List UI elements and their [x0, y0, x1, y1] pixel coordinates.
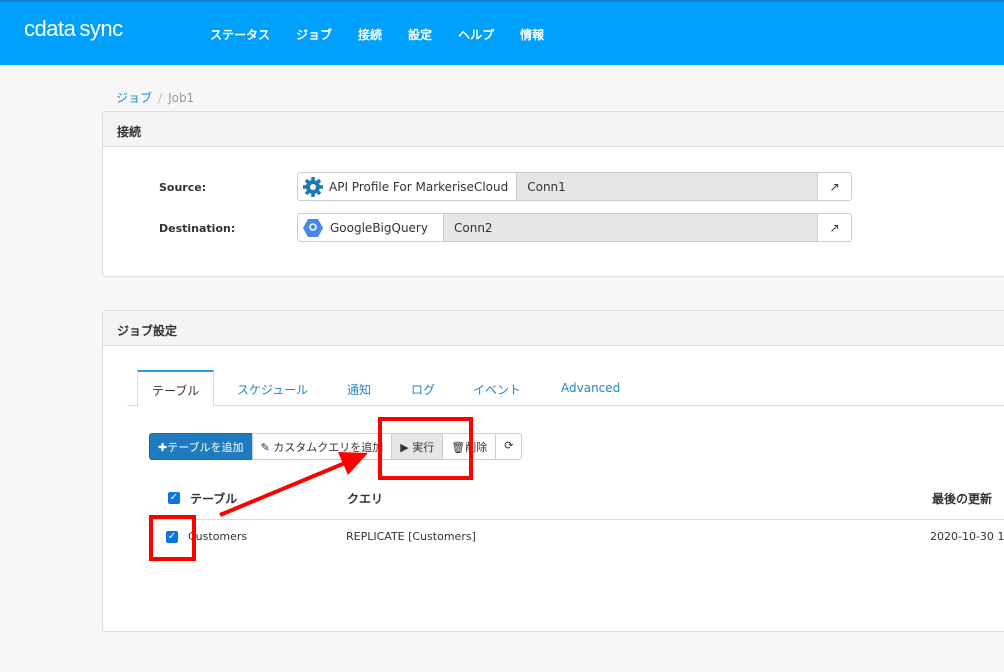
tab-events[interactable]: イベント	[473, 370, 521, 406]
row-query: REPLICATE [Customers]	[346, 530, 476, 543]
destination-connection-name: Conn2	[444, 214, 817, 241]
panel-title: ジョブ設定	[103, 311, 1004, 346]
breadcrumb-separator: /	[158, 91, 163, 105]
cdata-sync-logo[interactable]: cdata sync	[24, 16, 123, 42]
refresh-button[interactable]: ⟳	[495, 433, 523, 460]
row-table-name[interactable]: Customers	[188, 530, 247, 543]
refresh-icon: ⟳	[504, 439, 514, 452]
source-provider-name: API Profile For MarkeriseCloud	[329, 179, 509, 194]
tab-tables[interactable]: テーブル	[137, 370, 215, 407]
panel-title: 接続	[103, 112, 1004, 147]
top-navbar: cdata sync ステータス ジョブ 接続 設定 ヘルプ 情報	[0, 0, 1004, 65]
row-last-updated: 2020-10-30 10	[930, 530, 1004, 543]
breadcrumb-jobs-link[interactable]: ジョブ	[116, 91, 152, 105]
column-header-query[interactable]: クエリ	[347, 490, 383, 507]
row-checkbox[interactable]: ✓	[166, 531, 178, 543]
job-settings-panel: ジョブ設定 テーブル スケジュール 通知 ログ イベント Advanced ✚テ…	[102, 310, 1004, 632]
trash-icon: 🗑	[451, 441, 466, 454]
source-connection-name: Conn1	[517, 173, 817, 200]
nav-jobs[interactable]: ジョブ	[296, 26, 332, 43]
destination-label: Destination:	[159, 222, 236, 235]
nav-connections[interactable]: 接続	[358, 26, 382, 43]
tab-logs[interactable]: ログ	[411, 370, 435, 406]
nav-info[interactable]: 情報	[520, 26, 544, 43]
destination-provider-name: GoogleBigQuery	[330, 220, 428, 235]
column-header-last-updated[interactable]: 最後の更新	[932, 490, 992, 507]
breadcrumb: ジョブ / Job1	[116, 89, 194, 106]
tab-schedule[interactable]: スケジュール	[237, 370, 308, 406]
breadcrumb-current: Job1	[168, 91, 195, 105]
row-divider	[151, 519, 1004, 520]
open-external-icon[interactable]: ↗	[817, 214, 851, 241]
connection-panel: 接続 Source: API Profile For MarkeriseClou…	[102, 111, 1004, 277]
delete-button[interactable]: 🗑削除	[442, 433, 497, 460]
add-custom-query-button[interactable]: ✎ カスタムクエリを追加	[251, 433, 393, 460]
bigquery-icon	[303, 218, 323, 237]
add-table-button[interactable]: ✚テーブルを追加	[149, 433, 253, 460]
tab-notifications[interactable]: 通知	[347, 370, 371, 406]
destination-connection: GoogleBigQuery Conn2 ↗	[297, 213, 852, 242]
gear-icon	[303, 176, 323, 197]
job-tabs: テーブル スケジュール 通知 ログ イベント Advanced	[127, 370, 1004, 407]
open-external-icon[interactable]: ↗	[817, 173, 851, 200]
main-nav: ステータス ジョブ 接続 設定 ヘルプ 情報	[210, 26, 570, 43]
select-all-checkbox[interactable]: ✓	[168, 492, 180, 504]
source-connection: API Profile For MarkeriseCloud Conn1 ↗	[297, 172, 852, 201]
tab-advanced[interactable]: Advanced	[561, 370, 620, 406]
table-toolbar: ✚テーブルを追加 ✎ カスタムクエリを追加 ▶ 実行 🗑削除 ⟳	[149, 433, 523, 460]
nav-settings[interactable]: 設定	[408, 26, 432, 43]
logo-sub-text: sync	[79, 16, 123, 41]
nav-status[interactable]: ステータス	[210, 26, 270, 43]
nav-help[interactable]: ヘルプ	[458, 26, 494, 43]
source-label: Source:	[159, 181, 207, 194]
run-button[interactable]: ▶ 実行	[391, 433, 444, 460]
column-header-table[interactable]: テーブル	[190, 490, 237, 507]
logo-text: cdata	[24, 16, 76, 41]
